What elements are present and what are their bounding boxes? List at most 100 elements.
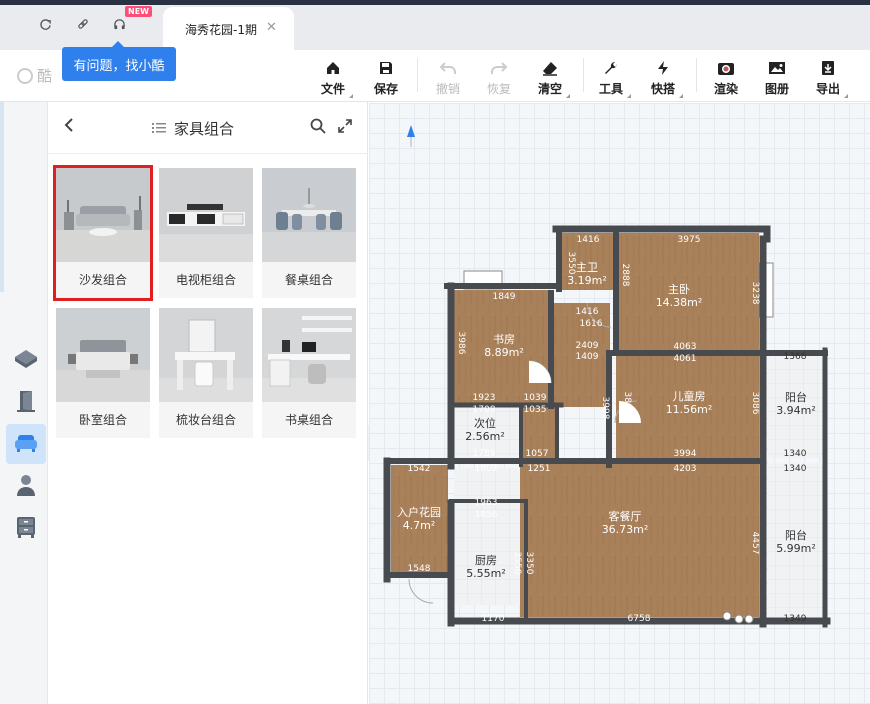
tv-cabinet-thumbnail <box>159 168 253 262</box>
room-name: 阳台 <box>785 390 807 404</box>
link-icon[interactable] <box>73 14 93 34</box>
rail-item-build[interactable] <box>6 340 46 380</box>
document-tab-title: 海秀花园-1期 <box>185 23 257 37</box>
card-label: 书桌组合 <box>262 402 356 438</box>
dimension-label: 3975 <box>678 235 701 245</box>
dimension-label: 3350 <box>524 552 534 575</box>
expand-icon[interactable] <box>338 119 352 136</box>
furniture-panel: 家具组合 沙发组合 电视柜组合 餐桌组合 卧室组合 梳妆台组合 书桌组合 <box>48 102 368 704</box>
card-tv-cabinet-set[interactable]: 电视柜组合 <box>159 168 253 298</box>
room-area: 11.56m² <box>666 403 713 416</box>
card-bedroom-set[interactable]: 卧室组合 <box>56 308 150 438</box>
card-sofa-set[interactable]: 沙发组合 <box>53 165 153 301</box>
undo-button[interactable]: 撤销 <box>428 58 468 98</box>
dimension-label: 3086 <box>750 392 760 415</box>
camera-icon <box>717 58 735 78</box>
export-label: 导出 <box>815 82 840 96</box>
headset-icon[interactable] <box>109 14 129 34</box>
dimension-label: 1349 <box>784 614 807 624</box>
bedroom-set-thumbnail <box>56 308 150 402</box>
dimension-label: 3884 <box>622 392 632 415</box>
rail-item-cabinet[interactable] <box>6 508 46 548</box>
export-icon <box>820 58 836 78</box>
save-button[interactable]: 保存 <box>366 58 406 98</box>
dimension-label: 3994 <box>674 449 697 459</box>
clear-label: 清空 <box>537 82 562 96</box>
dimension-label: 4063 <box>674 342 697 352</box>
dimension-label: 3986 <box>456 332 466 355</box>
design-canvas[interactable]: 主卫 3.19m² 主卧 14.38m² 书房 8.89m² 儿童房 11.56… <box>369 103 870 704</box>
rail-item-person[interactable] <box>6 466 46 506</box>
sofa-icon <box>14 432 38 457</box>
undo-label: 撤销 <box>435 82 460 96</box>
compass-icon[interactable] <box>407 125 415 147</box>
file-button[interactable]: 文件 <box>313 58 353 98</box>
save-label: 保存 <box>373 82 398 96</box>
dimension-label: 1789 <box>473 449 496 459</box>
eraser-icon <box>541 58 559 78</box>
card-dining-set[interactable]: 餐桌组合 <box>262 168 356 298</box>
dimension-label: 3550 <box>512 552 522 575</box>
room-kitchen[interactable] <box>454 468 520 605</box>
new-badge: NEW <box>125 6 152 17</box>
card-desk-set[interactable]: 书桌组合 <box>262 308 356 438</box>
door-icon <box>15 389 37 416</box>
redo-button[interactable]: 恢复 <box>479 58 519 98</box>
panel-header: 家具组合 <box>48 102 368 154</box>
panel-title-group: 家具组合 <box>152 118 234 139</box>
export-button[interactable]: 导出 <box>808 58 848 98</box>
dimension-label: 4061 <box>674 354 697 364</box>
room-name: 客餐厅 <box>609 509 642 523</box>
room-name: 次位 <box>474 416 496 430</box>
top-strip <box>0 0 870 5</box>
rail-edge <box>0 102 4 292</box>
redo-label: 恢复 <box>486 82 511 96</box>
redo-icon <box>490 58 508 78</box>
picture-icon <box>768 58 786 78</box>
home-icon <box>325 58 341 78</box>
quick-build-button[interactable]: 快搭 <box>643 58 683 98</box>
dimension-label: 3238 <box>750 282 760 305</box>
search-icon[interactable] <box>310 118 326 137</box>
clear-button[interactable]: 清空 <box>530 58 570 98</box>
close-tab-icon[interactable]: ✕ <box>266 20 277 35</box>
desk-set-thumbnail <box>262 308 356 402</box>
room-name: 儿童房 <box>673 389 706 403</box>
logo-icon <box>17 67 33 84</box>
room-area: 3.94m² <box>776 404 816 417</box>
back-icon[interactable] <box>64 117 74 138</box>
room-area: 36.73m² <box>602 523 649 536</box>
rail-item-furniture[interactable] <box>6 424 46 464</box>
room-area: 5.55m² <box>466 567 506 580</box>
card-label: 沙发组合 <box>56 262 150 298</box>
dimension-label: 6758 <box>628 614 651 624</box>
room-name: 主卧 <box>668 283 690 296</box>
tools-button[interactable]: 工具 <box>591 58 631 98</box>
album-button[interactable]: 图册 <box>757 58 797 98</box>
dimension-label: 1616 <box>580 319 603 329</box>
dimension-label: 3550 <box>566 252 576 275</box>
file-label: 文件 <box>320 82 345 96</box>
document-tab[interactable]: 海秀花园-1期 ✕ <box>163 7 294 50</box>
room-area: 14.38m² <box>656 296 703 309</box>
cube-icon <box>13 348 39 373</box>
room-living-dining[interactable] <box>520 462 759 617</box>
card-vanity-set[interactable]: 梳妆台组合 <box>159 308 253 438</box>
room-name: 主卫 <box>576 261 598 274</box>
render-button[interactable]: 渲染 <box>706 58 746 98</box>
rail-item-doors[interactable] <box>6 382 46 422</box>
dining-set-thumbnail <box>262 168 356 262</box>
room-name: 入户花园 <box>397 505 441 519</box>
room-name: 阳台 <box>785 528 807 542</box>
dimension-label: 1548 <box>408 564 431 574</box>
undo-icon <box>439 58 457 78</box>
room-area: 2.56m² <box>465 430 505 443</box>
refresh-icon[interactable] <box>35 14 55 34</box>
render-label: 渲染 <box>713 82 738 96</box>
dimension-label: 1923 <box>473 393 496 403</box>
list-icon <box>152 120 166 138</box>
dimension-label: 1368 <box>784 352 807 362</box>
card-label: 餐桌组合 <box>262 262 356 298</box>
dimension-label: 2409 <box>576 341 599 351</box>
sofa-set-thumbnail <box>56 168 150 262</box>
